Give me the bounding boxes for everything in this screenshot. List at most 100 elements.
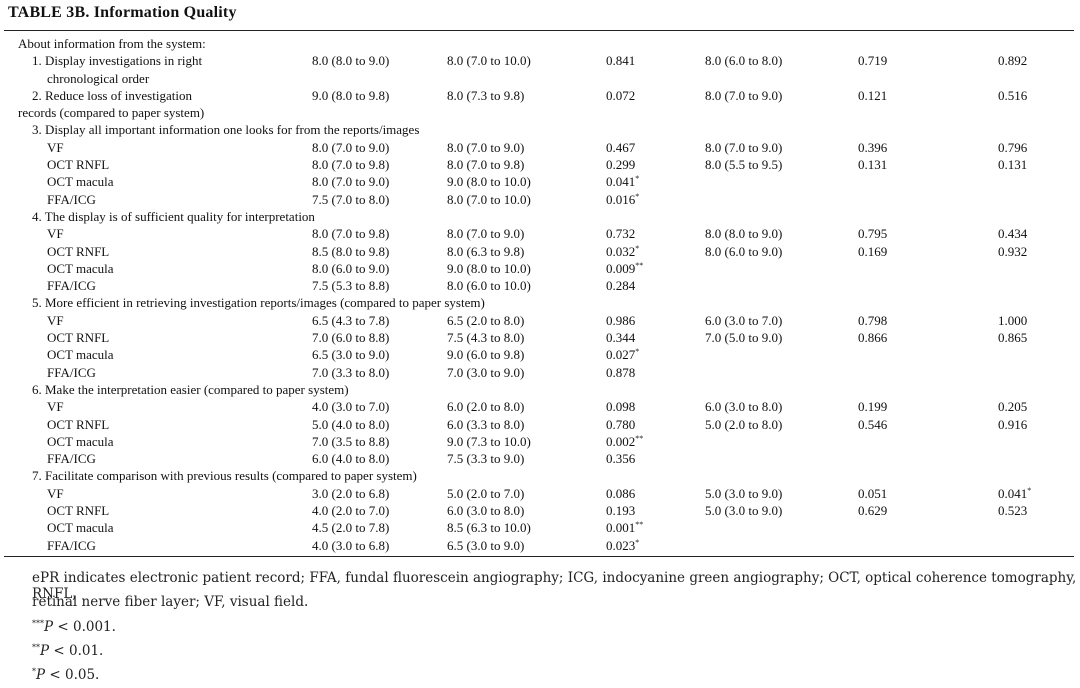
cell-pvalue3: 0.131 xyxy=(998,157,1028,173)
cell-pvalue3: 0.892 xyxy=(998,53,1028,69)
footnote-text: < 0.001. xyxy=(53,619,116,635)
row-label: records (compared to paper system) xyxy=(18,105,205,121)
significance-marker: * xyxy=(635,243,640,253)
row-label: OCT RNFL xyxy=(47,503,110,519)
cell-pvalue2: 0.169 xyxy=(858,243,888,259)
significance-marker: * xyxy=(635,174,640,184)
table-row: OCT RNFL 5.0 (4.0 to 8.0) 6.0 (3.3 to 8.0)… xyxy=(0,416,1080,433)
cell-pvalue2: 0.798 xyxy=(858,312,888,328)
row-label: 4. The display is of sufficient quality … xyxy=(32,208,315,224)
cell-col2: 6.5 (3.0 to 9.0) xyxy=(447,537,525,553)
p-symbol: P xyxy=(40,643,50,659)
footnote-text: < 0.05. xyxy=(45,667,100,683)
significance-marker: * xyxy=(1027,485,1032,495)
cell-col4: 8.0 (6.0 to 9.0) xyxy=(705,243,783,259)
table-row: OCT RNFL 4.0 (2.0 to 7.0) 6.0 (3.0 to 8.0)… xyxy=(0,502,1080,519)
cell-col4: 8.0 (8.0 to 9.0) xyxy=(705,226,783,242)
cell-col4: 8.0 (7.0 to 9.0) xyxy=(705,139,783,155)
cell-col2: 7.0 (3.0 to 9.0) xyxy=(447,364,525,380)
significance-marker: ** xyxy=(635,520,644,530)
footnote-abbreviations-cont: retinal nerve fiber layer; VF, visual fi… xyxy=(32,594,309,610)
footnote-marker: *** xyxy=(32,619,44,628)
table-row: OCT macula 8.0 (6.0 to 9.0) 9.0 (8.0 to 10… xyxy=(0,260,1080,277)
cell-pvalue3: 0.205 xyxy=(998,399,1028,415)
cell-pvalue1: 0.467 xyxy=(606,139,636,155)
cell-pvalue1: 0.732 xyxy=(606,226,636,242)
table-row: OCT RNFL 8.0 (7.0 to 9.8) 8.0 (7.0 to 9.8)… xyxy=(0,156,1080,173)
cell-col1: 8.0 (7.0 to 9.8) xyxy=(312,226,390,242)
cell-value: 0.041 xyxy=(998,485,1028,501)
table-row: OCT macula 6.5 (3.0 to 9.0) 9.0 (6.0 to 9.… xyxy=(0,346,1080,363)
cell-col1: 8.5 (8.0 to 9.8) xyxy=(312,243,390,259)
row-label: 5. More efficient in retrieving investig… xyxy=(32,295,485,311)
table-row: FFA/ICG 7.0 (3.3 to 8.0) 7.0 (3.0 to 9.0) 0… xyxy=(0,364,1080,381)
row-label: FFA/ICG xyxy=(47,364,96,380)
cell-col4: 6.0 (3.0 to 8.0) xyxy=(705,399,783,415)
cell-pvalue1: 0.878 xyxy=(606,364,636,380)
cell-pvalue1: 0.072 xyxy=(606,87,636,103)
cell-col1: 9.0 (8.0 to 9.8) xyxy=(312,87,390,103)
table-top-rule xyxy=(4,30,1074,31)
cell-pvalue1: 0.986 xyxy=(606,312,636,328)
cell-col2: 8.0 (7.3 to 9.8) xyxy=(447,87,525,103)
cell-col2: 8.0 (7.0 to 9.0) xyxy=(447,139,525,155)
row-label: VF xyxy=(47,139,64,155)
significance-marker: ** xyxy=(635,433,644,443)
table-row: VF 6.5 (4.3 to 7.8) 6.5 (2.0 to 8.0) 0.986 6… xyxy=(0,312,1080,329)
table-row: OCT RNFL 8.5 (8.0 to 9.8) 8.0 (6.3 to 9.8)… xyxy=(0,243,1080,260)
table-row: OCT RNFL 7.0 (6.0 to 8.8) 7.5 (4.3 to 8.0)… xyxy=(0,329,1080,346)
cell-pvalue3: 0.523 xyxy=(998,503,1028,519)
cell-value: 0.001 xyxy=(606,520,636,536)
cell-value: 0.041 xyxy=(606,174,636,190)
cell-col1: 8.0 (6.0 to 9.0) xyxy=(312,260,390,276)
row-label: FFA/ICG xyxy=(47,537,96,553)
cell-col2: 5.0 (2.0 to 7.0) xyxy=(447,485,525,501)
row-label: About information from the system: xyxy=(18,36,206,51)
cell-col2: 7.5 (4.3 to 8.0) xyxy=(447,330,525,346)
row-label: 6. Make the interpretation easier (compa… xyxy=(32,381,349,397)
cell-col2: 6.0 (2.0 to 8.0) xyxy=(447,399,525,415)
cell-col1: 4.5 (2.0 to 7.8) xyxy=(312,520,390,536)
cell-col2: 8.0 (7.0 to 10.0) xyxy=(447,191,531,207)
row-label: OCT macula xyxy=(47,520,114,536)
cell-pvalue2: 0.199 xyxy=(858,399,888,415)
row-label: OCT RNFL xyxy=(47,416,110,432)
cell-col4: 5.0 (3.0 to 9.0) xyxy=(705,485,783,501)
cell-col2: 6.0 (3.0 to 8.0) xyxy=(447,503,525,519)
cell-value: 0.002 xyxy=(606,433,636,449)
cell-col1: 6.0 (4.0 to 8.0) xyxy=(312,451,390,467)
cell-col1: 8.0 (8.0 to 9.0) xyxy=(312,53,390,69)
cell-col4: 7.0 (5.0 to 9.0) xyxy=(705,330,783,346)
table-row: 7. Facilitate comparison with previous r… xyxy=(0,467,1080,484)
significance-marker: ** xyxy=(635,260,644,270)
table-row: FFA/ICG 6.0 (4.0 to 8.0) 7.5 (3.3 to 9.0) 0… xyxy=(0,450,1080,467)
cell-col1: 6.5 (4.3 to 7.8) xyxy=(312,312,390,328)
row-label: 7. Facilitate comparison with previous r… xyxy=(32,468,417,484)
table-row: 4. The display is of sufficient quality … xyxy=(0,208,1080,225)
cell-col2: 8.0 (7.0 to 9.8) xyxy=(447,157,525,173)
cell-col2: 9.0 (8.0 to 10.0) xyxy=(447,260,531,276)
row-label: OCT RNFL xyxy=(47,330,110,346)
cell-pvalue2: 0.795 xyxy=(858,226,888,242)
cell-col4: 8.0 (6.0 to 8.0) xyxy=(705,53,783,69)
cell-pvalue1: 0.023* xyxy=(606,537,639,554)
cell-col1: 4.0 (3.0 to 7.0) xyxy=(312,399,390,415)
cell-col2: 8.0 (7.0 to 9.0) xyxy=(447,226,525,242)
cell-col1: 8.0 (7.0 to 9.8) xyxy=(312,157,390,173)
cell-pvalue3: 0.865 xyxy=(998,330,1028,346)
footnote-p-05: *P < 0.05. xyxy=(32,667,99,683)
cell-col2: 8.0 (6.0 to 10.0) xyxy=(447,278,531,294)
cell-col1: 7.0 (3.5 to 8.8) xyxy=(312,433,390,449)
row-label: VF xyxy=(47,399,64,415)
footnote-marker: ** xyxy=(32,643,40,652)
cell-col4: 8.0 (7.0 to 9.0) xyxy=(705,87,783,103)
significance-marker: * xyxy=(635,191,640,201)
table-row: 6. Make the interpretation easier (compa… xyxy=(0,381,1080,398)
cell-pvalue1: 0.032* xyxy=(606,243,639,260)
cell-pvalue1: 0.002** xyxy=(606,433,643,450)
cell-pvalue1: 0.284 xyxy=(606,278,636,294)
row-label: 2. Reduce loss of investigation xyxy=(32,87,192,103)
row-label: OCT RNFL xyxy=(47,243,110,259)
cell-pvalue2: 0.121 xyxy=(858,87,888,103)
table-row: VF 3.0 (2.0 to 6.8) 5.0 (2.0 to 7.0) 0.086 5… xyxy=(0,485,1080,502)
